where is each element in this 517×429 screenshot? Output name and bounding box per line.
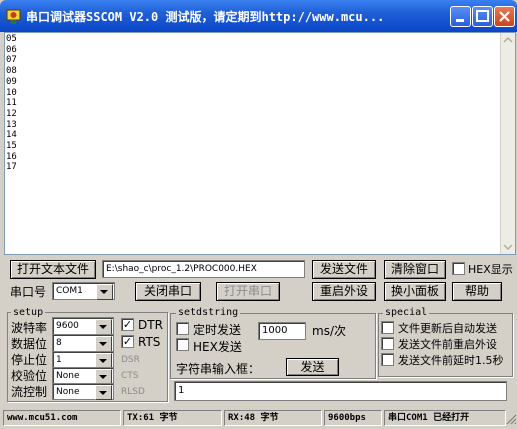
data-bits-label: 数据位	[11, 337, 48, 351]
restart-before-send-checkbox[interactable]	[381, 337, 394, 350]
interval-unit-label: ms/次	[312, 324, 346, 338]
rlsd-indicator: RLSD	[121, 387, 145, 397]
auto-send-checkbox[interactable]	[381, 321, 394, 334]
chevron-down-icon[interactable]	[95, 369, 112, 384]
flow-control-value: None	[56, 387, 80, 397]
status-port-state: 串口COM1 已经打开	[384, 410, 506, 426]
setup-title: setup	[11, 307, 46, 318]
chevron-down-icon[interactable]	[95, 336, 112, 352]
delay-before-send-checkbox[interactable]	[381, 353, 394, 366]
vertical-scrollbar[interactable]	[500, 33, 515, 254]
rts-checkbox[interactable]: ✓	[121, 335, 134, 348]
chevron-down-icon[interactable]	[96, 284, 113, 300]
send-file-button[interactable]: 发送文件	[312, 260, 376, 279]
flow-control-select[interactable]: None	[52, 383, 114, 400]
timer-send-checkbox[interactable]	[176, 322, 189, 335]
flow-control-label: 流控制	[11, 385, 48, 399]
close-port-button[interactable]: 关闭串口	[135, 282, 201, 301]
restart-before-send-label: 发送文件前重启外设	[398, 338, 497, 351]
stop-bits-label: 停止位	[11, 353, 48, 367]
clear-window-button[interactable]: 清除窗口	[384, 260, 446, 279]
delay-before-send-label: 发送文件前延时1.5秒	[398, 354, 504, 367]
cts-indicator: CTS	[121, 371, 139, 381]
port-label: 串口号	[10, 285, 47, 299]
hex-send-checkbox[interactable]	[176, 338, 189, 351]
hex-show-checkbox[interactable]	[452, 262, 465, 275]
restart-device-button[interactable]: 重启外设	[312, 282, 376, 301]
resize-grip-icon[interactable]	[505, 412, 517, 426]
chevron-down-icon[interactable]	[95, 353, 112, 368]
baud-label: 波特率	[11, 321, 48, 335]
maximize-button[interactable]	[472, 6, 493, 27]
baud-select[interactable]: 9600	[52, 317, 114, 335]
send-button[interactable]: 发送	[286, 358, 339, 376]
chevron-down-icon[interactable]	[95, 385, 112, 400]
timer-send-label: 定时发送	[193, 323, 242, 337]
baud-select-value: 9600	[56, 321, 79, 331]
receive-text: 05 06 07 08 09 10 11 12 13 14 15 16 17	[6, 34, 17, 173]
status-baud: 9600bps	[324, 410, 382, 426]
hex-show-label: HEX显示	[468, 263, 513, 276]
string-input[interactable]: 1	[174, 381, 507, 401]
app-icon	[6, 8, 21, 24]
dtr-label: DTR	[138, 318, 163, 332]
window-title: 串口调试器SSCOM V2.0 测试版，请定期到http://www.mcu..…	[26, 10, 385, 24]
scroll-up-icon[interactable]	[501, 33, 515, 47]
special-title: special	[383, 307, 430, 318]
parity-label: 校验位	[11, 369, 48, 383]
hex-send-label: HEX发送	[193, 340, 242, 354]
stop-bits-select[interactable]: 1	[52, 351, 114, 368]
help-button[interactable]: 帮助	[452, 282, 502, 301]
open-port-button[interactable]: 打开串口	[216, 282, 280, 301]
parity-value: None	[56, 371, 80, 381]
rts-label: RTS	[138, 335, 161, 349]
setdstring-title: setdstring	[176, 307, 241, 318]
stop-bits-value: 1	[56, 355, 62, 365]
switch-panel-button[interactable]: 换小面板	[384, 282, 446, 301]
file-path-field[interactable]: E:\shao_c\proc_1.2\PROC000.HEX	[102, 260, 305, 278]
auto-send-label: 文件更新后自动发送	[398, 322, 497, 335]
dtr-checkbox[interactable]: ✓	[121, 318, 134, 331]
open-file-button[interactable]: 打开文本文件	[10, 260, 96, 279]
scroll-down-icon[interactable]	[501, 240, 515, 254]
dsr-indicator: DSR	[121, 355, 140, 365]
close-button[interactable]	[494, 6, 515, 27]
data-bits-select[interactable]: 8	[52, 334, 114, 352]
data-bits-value: 8	[56, 338, 62, 348]
status-tx: TX:61 字节	[123, 410, 222, 426]
string-input-label: 字符串输入框：	[176, 362, 261, 376]
interval-input[interactable]: 1000	[258, 322, 306, 340]
port-select[interactable]: COM1	[52, 282, 115, 300]
chevron-down-icon[interactable]	[95, 319, 112, 335]
status-rx: RX:48 字节	[224, 410, 322, 426]
minimize-button[interactable]	[450, 6, 471, 27]
port-select-value: COM1	[56, 286, 83, 296]
parity-select[interactable]: None	[52, 367, 114, 384]
status-site: www.mcu51.com	[3, 410, 121, 426]
